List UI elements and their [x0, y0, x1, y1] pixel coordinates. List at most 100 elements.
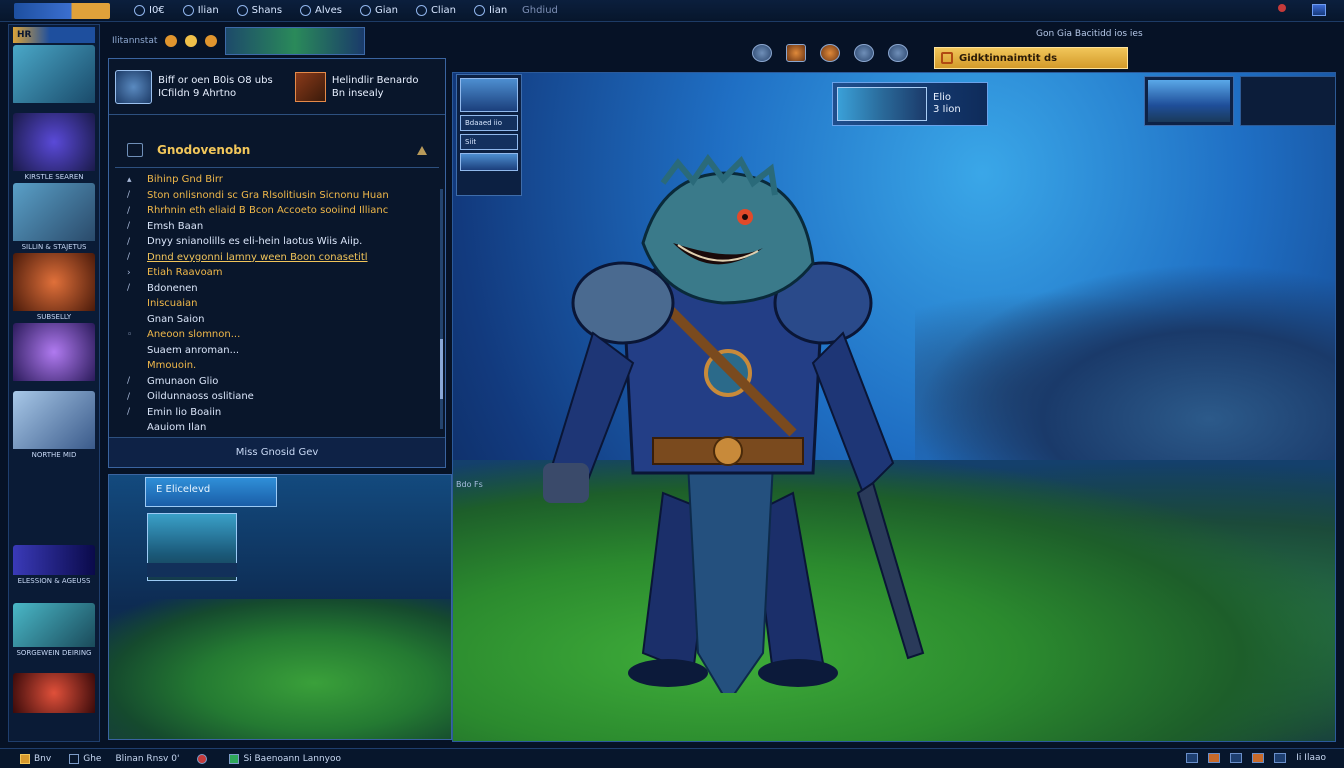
rail-thumb[interactable]: SORGEWEIN DEIRING — [13, 603, 95, 658]
game-scene[interactable] — [452, 72, 1336, 742]
rail-thumb[interactable] — [13, 45, 95, 105]
taskbar-right: Ii Ilaao — [1186, 753, 1326, 763]
objective-line[interactable]: / Gmunaon Glio — [127, 374, 435, 390]
bottom-taskbar: Bnv Ghe Blinan Rnsv 0' Si Baenoann Lanny… — [0, 748, 1344, 768]
objective-line[interactable]: / Emin lio Boaiin — [127, 405, 435, 421]
objective-line[interactable]: Suaem anroman... — [127, 343, 435, 359]
side-card[interactable] — [1240, 76, 1336, 126]
scene-thumb-label[interactable]: Bdaaed iio — [460, 115, 518, 131]
book-icon — [127, 143, 143, 157]
rail-thumb[interactable]: NORTHE MID — [13, 391, 95, 460]
objective-line[interactable]: ▴ Bihinp Gnd Birr — [127, 172, 435, 188]
fish-warrior-character[interactable] — [513, 133, 933, 693]
menu-item-bag[interactable]: Gian — [359, 5, 398, 16]
quest-tracker-bar[interactable]: Gidktinnaimtit ds — [934, 47, 1128, 69]
taskbar-label[interactable]: Bnv — [34, 754, 51, 764]
preview-card[interactable] — [1144, 76, 1234, 126]
rail-header: HR — [13, 27, 95, 43]
objective-line[interactable]: / Rhrhnin eth eliaid B Bcon Accoeto sooii… — [127, 203, 435, 219]
left-rail: HR KIRSTLE SEAREN SILLIN & STAJETUS SUBS… — [8, 24, 100, 742]
rail-thumb[interactable]: KIRSTLE SEAREN — [13, 113, 95, 182]
dialog-section-header[interactable]: Gnodovenobn — [109, 143, 445, 157]
objective-line[interactable]: Mmouoin. — [127, 358, 435, 374]
rail-thumb[interactable]: ELESSION & AGEUSS — [13, 545, 95, 586]
lower-panel: E Elicelevd — [108, 474, 452, 740]
objective-line[interactable]: Gnan Saion — [127, 312, 435, 328]
scroll-icon — [415, 5, 427, 16]
rail-thumb[interactable]: SUBSELLY — [13, 253, 95, 322]
backpack-icon[interactable] — [1208, 753, 1221, 763]
objective-line[interactable]: / Ston onlisnondi sc Gra Rlsolitiusin Sic… — [127, 188, 435, 204]
location-card-subtitle: 3 Iion — [933, 104, 961, 115]
shop-icon[interactable] — [1252, 753, 1265, 763]
potion-icon[interactable] — [205, 35, 218, 47]
rail-thumb[interactable]: SILLIN & STAJETUS — [13, 183, 95, 252]
notification-icon[interactable] — [1278, 4, 1286, 12]
crystal-icon[interactable] — [888, 44, 908, 62]
compass-icon[interactable] — [752, 44, 772, 62]
rail-thumb[interactable] — [13, 323, 95, 383]
dialog-footer-button[interactable]: Miss Gnosid Gev — [109, 437, 445, 467]
menu-item-map[interactable]: Ilian — [182, 5, 219, 16]
objective-line[interactable]: / Dnnd evygonni lamny ween Boon conasetit… — [127, 250, 435, 266]
scrollbar-thumb[interactable] — [440, 339, 443, 399]
menu-item-user[interactable]: Iian — [473, 5, 507, 16]
user-icon — [473, 5, 485, 16]
clock-icon[interactable] — [1274, 753, 1287, 763]
settings-icon[interactable] — [1186, 753, 1199, 763]
objective-line[interactable]: Aauiom Ilan — [127, 420, 435, 436]
npc-portrait-icon[interactable] — [115, 69, 153, 104]
minimap[interactable] — [225, 27, 366, 55]
menu-item-scroll[interactable]: Clian — [415, 5, 456, 16]
dialog-section-title: Gnodovenobn — [157, 143, 251, 157]
gem-icon[interactable] — [185, 35, 198, 47]
menu-item-globe[interactable]: Alves — [300, 5, 342, 16]
dialog-scrollbar[interactable] — [440, 189, 443, 429]
taskbar-label[interactable]: Blinan Rnsv 0' — [115, 754, 179, 764]
creature-icon — [13, 45, 95, 103]
chat-icon[interactable] — [229, 753, 240, 764]
objective-line[interactable]: Iniscuaian — [127, 296, 435, 312]
preview-thumbnail — [1148, 80, 1230, 122]
objective-line[interactable]: ◦ Aneoon slomnon... — [127, 327, 435, 343]
menu-item-home[interactable]: I0€ — [134, 5, 165, 16]
lower-panel-tab[interactable]: E Elicelevd — [145, 477, 277, 507]
crystal-icon — [13, 323, 95, 381]
coin-icon[interactable] — [20, 753, 30, 764]
bag-icon — [359, 5, 371, 16]
npc-name: Biff or oen B0is O8 ubs — [158, 74, 273, 86]
window-icon[interactable] — [69, 753, 80, 764]
rail-thumb[interactable] — [13, 673, 95, 715]
top-strip: Ilitannstat — [108, 26, 438, 56]
game-logo[interactable] — [14, 2, 110, 19]
taskbar-label[interactable]: Ghe — [83, 754, 101, 764]
scene-thumb[interactable] — [460, 153, 518, 171]
home-icon — [134, 5, 145, 16]
scene-thumb[interactable] — [460, 78, 518, 112]
scene-toolbar — [752, 44, 908, 62]
top-status-text: Ghdiud — [522, 5, 558, 16]
reward-portrait-icon[interactable] — [294, 71, 326, 102]
objective-line[interactable]: / Dnyy snianolills es eli-hein laotus Wii… — [127, 234, 435, 250]
location-card[interactable]: Elio 3 Iion — [832, 82, 988, 126]
main-menu: I0€ Ilian Shans Alves Gian Clian Iian — [134, 5, 507, 16]
scene-thumb-label[interactable]: Siit — [460, 134, 518, 150]
coin-icon[interactable] — [165, 35, 178, 47]
window-icon[interactable] — [1312, 4, 1326, 16]
taskbar-right-label: Ii Ilaao — [1296, 753, 1326, 763]
menu-item-sword[interactable]: Shans — [236, 5, 282, 16]
objective-line[interactable]: / Bdonenen — [127, 281, 435, 297]
chest-icon[interactable] — [786, 44, 806, 62]
shell-icon[interactable] — [854, 44, 874, 62]
objective-line[interactable]: / Oildunnaoss oslitiane — [127, 389, 435, 405]
map-icon[interactable] — [1230, 753, 1243, 763]
objective-line[interactable]: › Etiah Raavoam — [127, 265, 435, 281]
fire-icon[interactable] — [820, 44, 840, 62]
alert-icon[interactable] — [197, 753, 208, 764]
dialog-header: Biff or oen B0is O8 ubs ICfildn 9 Ahrtno… — [109, 59, 445, 115]
globe-icon — [300, 5, 312, 16]
sword-icon — [236, 5, 248, 16]
taskbar-label[interactable]: Si Baenoann Lannyoo — [243, 754, 341, 764]
collapse-arrow-icon[interactable] — [417, 145, 427, 155]
objective-line[interactable]: / Emsh Baan — [127, 219, 435, 235]
